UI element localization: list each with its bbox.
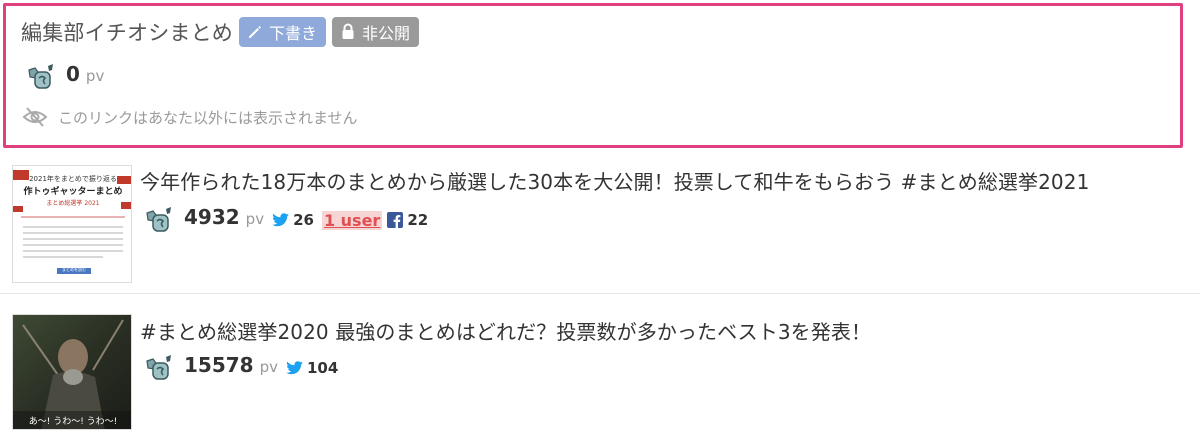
article-title[interactable]: #まとめ総選挙2020 最強のまとめはどれだ？投票数が多かったベスト3を発表！ (140, 316, 871, 345)
twitter-count: 26 (293, 211, 314, 229)
pencil-icon (249, 25, 261, 38)
draft-title[interactable]: 編集部イチオシまとめ (21, 17, 233, 47)
pv-unit: pv (259, 358, 278, 376)
article-title[interactable]: 今年作られた18万本のまとめから厳選した30本を大公開！投票して和牛をもらおう … (140, 166, 1089, 195)
twitter-icon (286, 361, 303, 375)
pv-count: 0 (66, 62, 80, 86)
twitter-count: 104 (307, 359, 339, 377)
twitter-share[interactable]: 104 (286, 359, 338, 377)
twitter-share[interactable]: 26 (272, 211, 314, 229)
list-item[interactable]: 2021年をまとめで振り返る 作トゥギャッターまとめ まとめ総選挙 2021 ま… (0, 152, 1200, 294)
lock-icon (342, 23, 354, 39)
pv-unit: pv (85, 67, 105, 85)
pv-mascot-icon (144, 205, 174, 235)
eye-slash-icon (22, 106, 48, 128)
draft-pv-stat: 0 pv (26, 62, 104, 92)
thumb-button: まとめを読む (62, 267, 86, 272)
user-link[interactable]: 1 user (321, 210, 383, 230)
draft-title-row: 編集部イチオシまとめ 下書き 非公開 (21, 15, 420, 48)
thumb-line3: まとめ総選挙 2021 (46, 200, 100, 207)
draft-badge-label: 下書き (269, 23, 318, 43)
article-thumbnail[interactable]: 2021年をまとめで振り返る 作トゥギャッターまとめ まとめ総選挙 2021 ま… (12, 165, 132, 283)
thumb-caption: あ～! うわ～! うわ～! (28, 417, 118, 427)
private-badge-label: 非公開 (362, 23, 411, 43)
facebook-icon (387, 212, 404, 228)
thumb-line2: 作トゥギャッターまとめ (23, 187, 123, 197)
pv-mascot-icon (26, 62, 56, 92)
article-stats: 15578 pv 104 (144, 353, 338, 383)
pv-mascot-icon (144, 353, 174, 383)
list-item[interactable]: あ～! うわ～! うわ～! #まとめ総選挙2020 最強のまとめはどれだ？投票数… (0, 296, 1200, 444)
pv-unit: pv (245, 210, 265, 228)
article-thumbnail[interactable]: あ～! うわ～! うわ～! (12, 314, 132, 430)
facebook-share[interactable]: 22 (387, 211, 428, 229)
twitter-icon (272, 213, 290, 227)
private-badge: 非公開 (332, 16, 420, 47)
visibility-notice: このリンクはあなた以外には表示されません (22, 106, 358, 128)
draft-badge[interactable]: 下書き (239, 16, 327, 47)
facebook-count: 22 (407, 211, 429, 229)
visibility-notice-text: このリンクはあなた以外には表示されません (58, 108, 358, 127)
pv-count: 4932 (184, 205, 240, 229)
thumb-line1: 2021年をまとめで振り返る (29, 175, 117, 183)
draft-summary-card[interactable]: 編集部イチオシまとめ 下書き 非公開 0 pv このリンクはあなた以外には表示さ… (3, 3, 1183, 148)
article-stats: 4932 pv 26 1 user 22 (144, 205, 428, 235)
pv-count: 15578 (184, 353, 254, 377)
